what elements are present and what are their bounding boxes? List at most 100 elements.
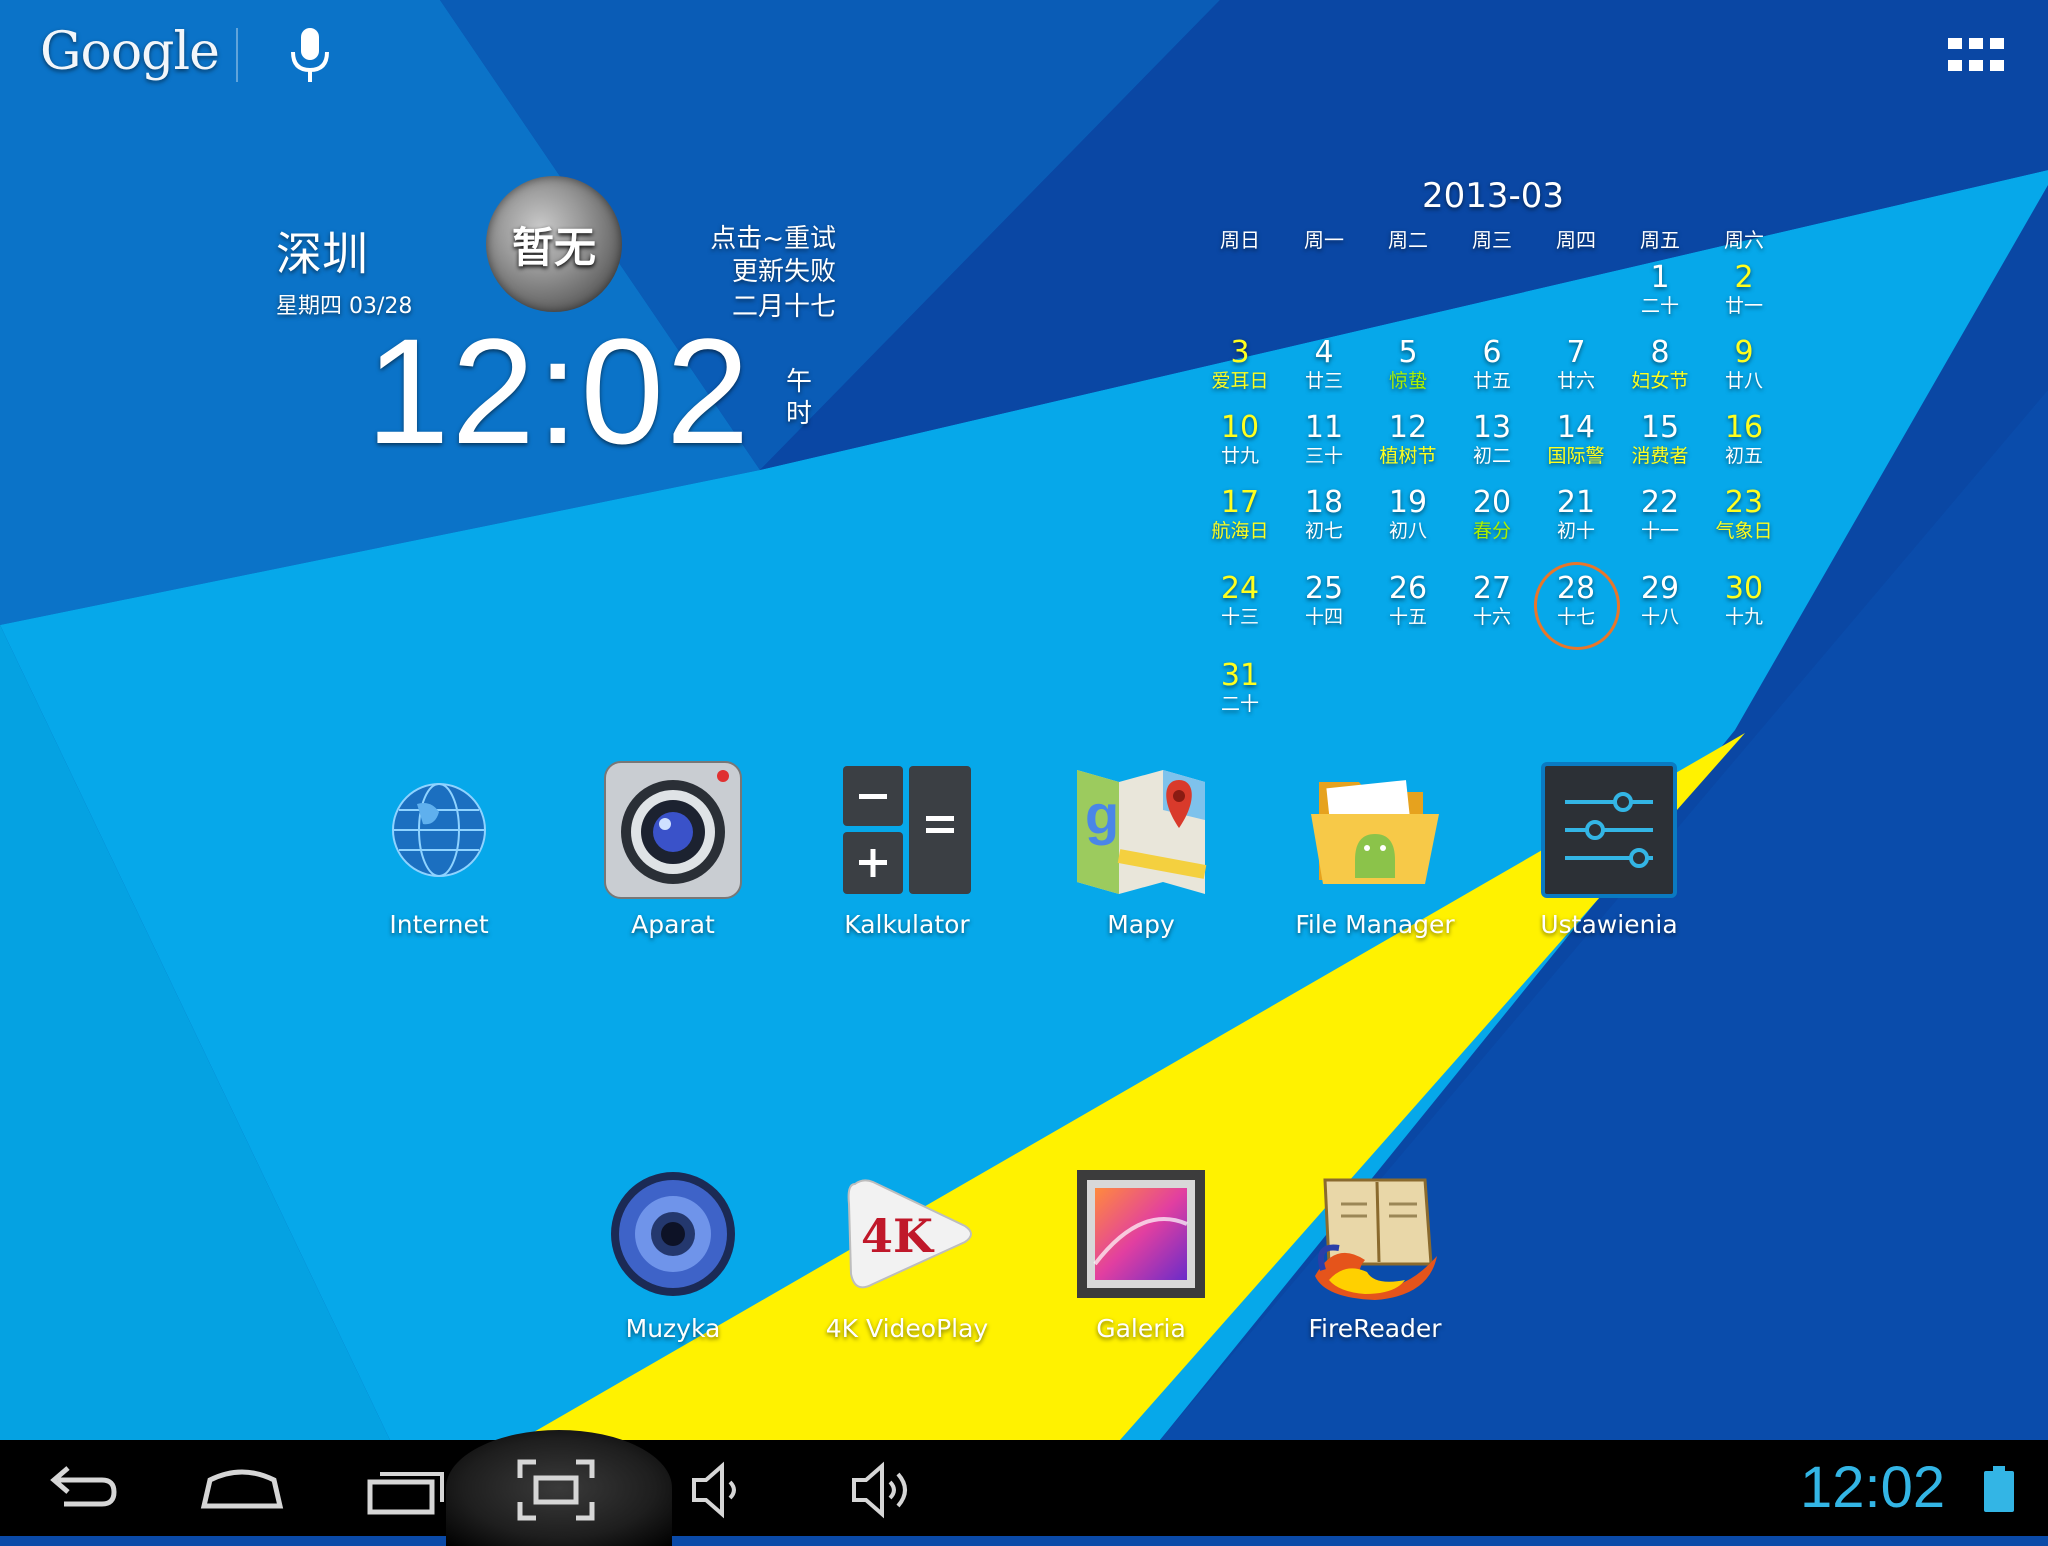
calendar-day-29[interactable]: 29 十八: [1618, 573, 1702, 629]
calendar-day-number: 10: [1220, 410, 1260, 445]
weather-condition-label: 暂无: [511, 223, 596, 272]
calendar-day-24[interactable]: 24 十三: [1198, 573, 1282, 629]
app-mapy[interactable]: g Mapy: [1031, 760, 1251, 939]
gallery-icon: [1071, 1164, 1211, 1304]
calendar-lunar-label: 廿六: [1556, 370, 1595, 392]
calendar-lunar-label: 国际警: [1547, 445, 1605, 467]
calendar-lunar-label: 春分: [1472, 520, 1511, 542]
home-icon[interactable]: [200, 1458, 284, 1522]
settings-sliders-icon: [1539, 760, 1679, 900]
calendar-lunar-label: 妇女节: [1631, 370, 1689, 392]
app-firereader[interactable]: FireReader: [1265, 1164, 1485, 1343]
calendar-day-3[interactable]: 3 爱耳日: [1198, 337, 1282, 393]
calendar-day-number: 2: [1734, 260, 1754, 295]
app-4k-videoplay[interactable]: 4K 4K VideoPlay: [797, 1164, 1017, 1343]
app-label: Kalkulator: [844, 910, 970, 939]
calendar-lunar-label: 初八: [1388, 520, 1427, 542]
calendar-day-26[interactable]: 26 十五: [1366, 573, 1450, 629]
calendar-lunar-label: 十四: [1304, 606, 1343, 628]
app-galeria[interactable]: Galeria: [1031, 1164, 1251, 1343]
calendar-lunar-label: 初二: [1472, 445, 1511, 467]
calendar-day-7[interactable]: 7 廿六: [1534, 337, 1618, 393]
calendar-day-15[interactable]: 15 消费者: [1618, 412, 1702, 468]
calendar-lunar-label: 十五: [1388, 606, 1427, 628]
weather-retry-text[interactable]: 点击~重试: [710, 218, 836, 255]
calendar-day-2[interactable]: 2 廿一: [1702, 262, 1786, 318]
calendar-day-17[interactable]: 17 航海日: [1198, 487, 1282, 543]
calendar-day-number: 11: [1304, 410, 1344, 445]
google-search-logo[interactable]: Google: [40, 22, 220, 82]
ampm-line-2: 时: [786, 399, 813, 429]
ampm-line-1: 午: [786, 367, 813, 397]
calendar-day-27[interactable]: 27 十六: [1450, 573, 1534, 629]
calendar-day-4[interactable]: 4 廿三: [1282, 337, 1366, 393]
calendar-lunar-label: 三十: [1304, 445, 1343, 467]
app-kalkulator[interactable]: Kalkulator: [797, 760, 1017, 939]
calendar-day-22[interactable]: 22 十一: [1618, 487, 1702, 543]
calendar-day-16[interactable]: 16 初五: [1702, 412, 1786, 468]
search-divider: [236, 28, 238, 82]
all-apps-icon[interactable]: [1948, 38, 2004, 74]
calendar-day-30[interactable]: 30 十九: [1702, 573, 1786, 629]
calendar-day-21[interactable]: 21 初十: [1534, 487, 1618, 543]
widget-clock[interactable]: 12:02: [366, 305, 751, 478]
camera-icon: [603, 760, 743, 900]
calendar-day-number: 26: [1388, 571, 1428, 606]
app-label: Mapy: [1107, 910, 1175, 939]
calendar-weekday-3: 周二: [1388, 228, 1428, 252]
app-label: Muzyka: [625, 1314, 721, 1343]
calendar-day-number: 16: [1724, 410, 1764, 445]
calendar-lunar-label: 惊蛰: [1388, 370, 1427, 392]
svg-text:g: g: [1085, 783, 1119, 846]
calendar-day-12[interactable]: 12 植树节: [1366, 412, 1450, 468]
calendar-day-number: 5: [1398, 335, 1418, 370]
calendar-day-9[interactable]: 9 廿八: [1702, 337, 1786, 393]
videoplay-4k-icon: 4K: [837, 1164, 977, 1304]
weather-city[interactable]: 深圳: [276, 218, 368, 284]
app-ustawienia[interactable]: Ustawienia: [1499, 760, 1719, 939]
recent-apps-icon[interactable]: [364, 1458, 448, 1522]
calendar-day-14[interactable]: 14 国际警: [1534, 412, 1618, 468]
calendar-lunar-label: 十一: [1640, 520, 1679, 542]
calendar-day-10[interactable]: 10 廿九: [1198, 412, 1282, 468]
calendar-day-6[interactable]: 6 廿五: [1450, 337, 1534, 393]
calendar-day-11[interactable]: 11 三十: [1282, 412, 1366, 468]
calendar-day-8[interactable]: 8 妇女节: [1618, 337, 1702, 393]
calendar-day-number: 13: [1472, 410, 1512, 445]
calendar-day-18[interactable]: 18 初七: [1282, 487, 1366, 543]
app-muzyka[interactable]: Muzyka: [563, 1164, 783, 1343]
app-label: Galeria: [1096, 1314, 1186, 1343]
volume-up-icon[interactable]: [850, 1458, 914, 1522]
calendar-day-23[interactable]: 23 气象日: [1702, 487, 1786, 543]
back-icon[interactable]: [44, 1458, 120, 1522]
calendar-month-title[interactable]: 2013-03: [1400, 176, 1586, 216]
app-label: FireReader: [1308, 1314, 1442, 1343]
calendar-day-number: 8: [1650, 335, 1670, 370]
app-file-manager[interactable]: File Manager: [1265, 760, 1485, 939]
app-label: Internet: [389, 910, 489, 939]
app-label: File Manager: [1295, 910, 1455, 939]
calendar-lunar-label: 初五: [1724, 445, 1763, 467]
app-internet[interactable]: Internet: [329, 760, 549, 939]
calendar-day-13[interactable]: 13 初二: [1450, 412, 1534, 468]
calendar-lunar-label: 消费者: [1631, 445, 1689, 467]
calendar-day-20[interactable]: 20 春分: [1450, 487, 1534, 543]
calendar-day-19[interactable]: 19 初八: [1366, 487, 1450, 543]
calendar-lunar-label: 廿八: [1724, 370, 1763, 392]
microphone-icon[interactable]: [282, 24, 338, 88]
screenshot-icon[interactable]: [516, 1458, 596, 1522]
app-aparat[interactable]: Aparat: [563, 760, 783, 939]
calendar-day-31[interactable]: 31 二十: [1198, 660, 1282, 716]
battery-icon[interactable]: [1984, 1466, 2014, 1512]
status-bar-clock[interactable]: 12:02: [1800, 1454, 1945, 1521]
volume-down-icon[interactable]: [690, 1458, 746, 1522]
calendar-day-number: 7: [1566, 335, 1586, 370]
calendar-day-25[interactable]: 25 十四: [1282, 573, 1366, 629]
calendar-day-number: 1: [1650, 260, 1670, 295]
calendar-day-number: 21: [1556, 485, 1596, 520]
calendar-day-number: 3: [1230, 335, 1250, 370]
calendar-day-5[interactable]: 5 惊蛰: [1366, 337, 1450, 393]
calendar-day-1[interactable]: 1 二十: [1618, 262, 1702, 318]
speaker-music-icon: [603, 1164, 743, 1304]
calendar-lunar-label: 十九: [1724, 606, 1763, 628]
